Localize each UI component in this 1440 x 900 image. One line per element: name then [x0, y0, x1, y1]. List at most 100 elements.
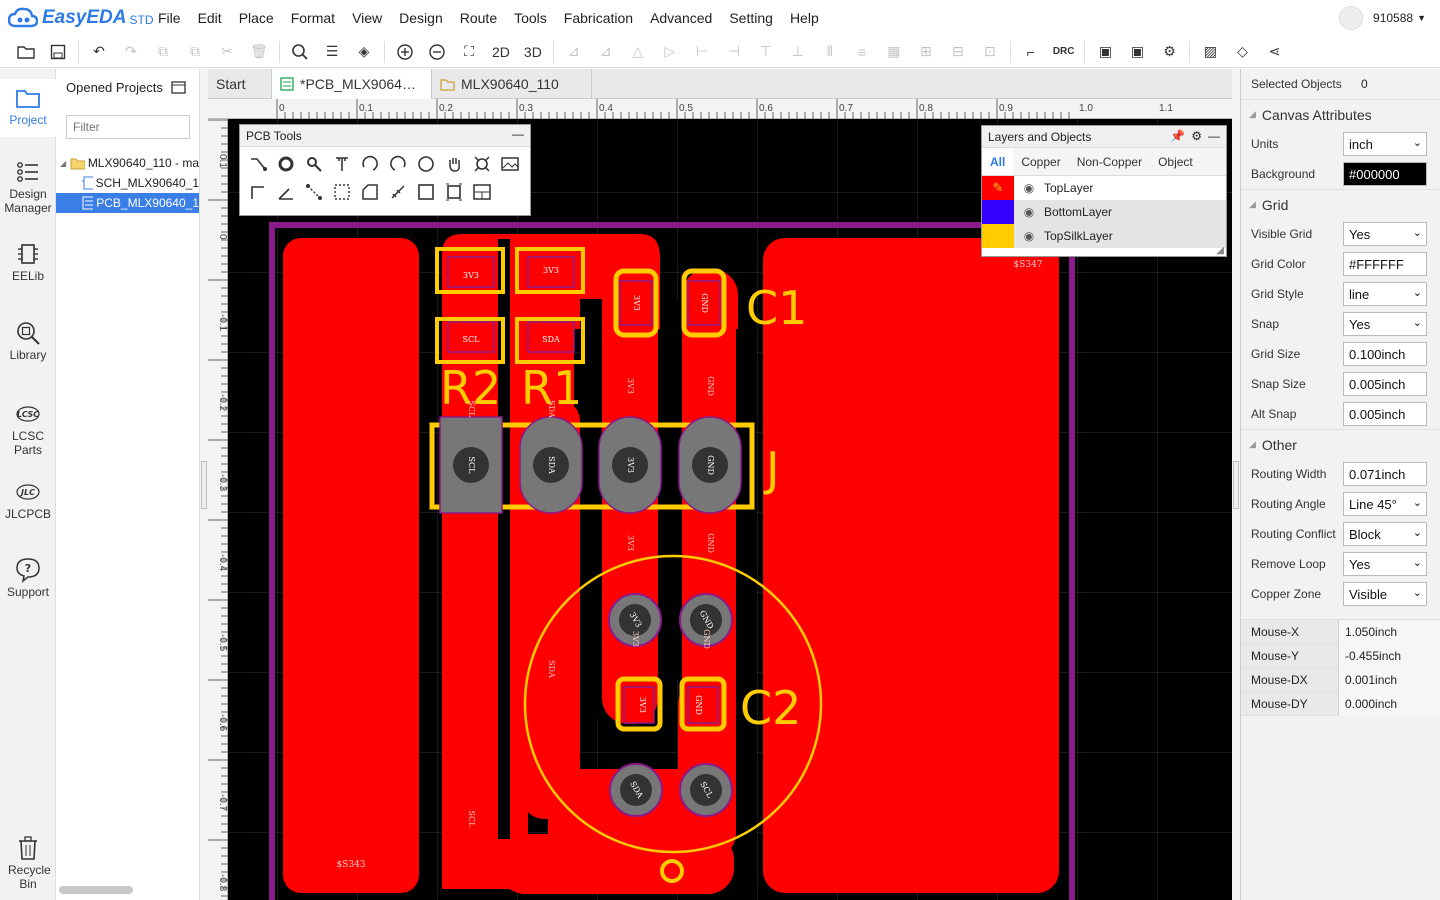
select-rect-icon[interactable] [328, 178, 356, 206]
align-v-icon[interactable]: ⊣ [723, 41, 745, 63]
board-gear-icon[interactable]: ⚙ [1158, 41, 1180, 63]
via-tool-icon[interactable] [300, 150, 328, 178]
tree-project-root[interactable]: ◢ MLX90640_110 - ma [56, 153, 199, 173]
delete-icon[interactable]: 🗑 [248, 41, 270, 63]
layer-swatch[interactable] [982, 200, 1014, 224]
view-2d-button[interactable]: 2D [492, 44, 510, 60]
eye-icon[interactable]: ◉ [1014, 229, 1044, 243]
align-right-icon[interactable]: ⊿ [595, 41, 617, 63]
group-icon[interactable]: ⊞ [915, 41, 937, 63]
dimension-tool-icon[interactable] [468, 150, 496, 178]
image-icon[interactable]: ▨ [1199, 41, 1221, 63]
layers-tab-non-copper[interactable]: Non-Copper [1069, 148, 1150, 175]
visible-grid-select[interactable]: Yes ⌄ [1343, 222, 1427, 246]
open-folder-icon[interactable] [15, 41, 37, 63]
eraser-icon[interactable]: ◈ [353, 41, 375, 63]
connect-tool-icon[interactable] [300, 178, 328, 206]
layer-row-toplayer[interactable]: ✎ ◉ TopLayer [982, 176, 1226, 200]
eye-icon[interactable]: ◉ [1014, 205, 1044, 219]
drc-button[interactable]: DRC [1053, 46, 1075, 57]
minimize-icon[interactable]: — [1208, 129, 1220, 143]
align-h-icon[interactable]: ⊢ [691, 41, 713, 63]
ungroup-icon[interactable]: ⊟ [947, 41, 969, 63]
tab-project[interactable]: MLX90640_110 [432, 69, 592, 99]
user-menu[interactable]: 910588 ▼ [1339, 6, 1426, 30]
pad-tool-icon[interactable] [272, 150, 300, 178]
arc2-tool-icon[interactable] [384, 150, 412, 178]
layers-tab-all[interactable]: All [982, 148, 1014, 175]
layers-panel-title[interactable]: Layers and Objects 📌 ⚙ — [982, 126, 1226, 148]
paste-icon[interactable]: ⧉ [184, 41, 206, 63]
tab-start[interactable]: Start [208, 69, 272, 99]
layer-row-topsilklayer[interactable]: ◉ TopSilkLayer [982, 224, 1226, 248]
nav-project[interactable]: Project [0, 79, 56, 137]
board-g-icon[interactable]: ▣ [1126, 41, 1148, 63]
remove-loop-select[interactable]: Yes ⌄ [1343, 552, 1427, 576]
text-tool-icon[interactable] [328, 150, 356, 178]
copy-icon[interactable]: ⧉ [152, 41, 174, 63]
menu-route[interactable]: Route [460, 10, 497, 26]
board-b-icon[interactable]: ▣ [1094, 41, 1116, 63]
line-tool-icon[interactable] [244, 178, 272, 206]
menu-design[interactable]: Design [399, 10, 443, 26]
snap-size-input[interactable]: 0.005inch [1343, 372, 1427, 396]
align-left-icon[interactable]: ⊿ [563, 41, 585, 63]
alt-snap-input[interactable]: 0.005inch [1343, 402, 1427, 426]
undo-icon[interactable]: ↶ [88, 41, 110, 63]
nav-design-manager[interactable]: Design Manager [0, 159, 56, 215]
layer-swatch[interactable] [982, 224, 1014, 248]
menu-fabrication[interactable]: Fabrication [564, 10, 633, 26]
menu-place[interactable]: Place [239, 10, 274, 26]
track-tool-icon[interactable] [244, 150, 272, 178]
nav-jlcpcb[interactable]: JLC JLCPCB [0, 479, 56, 521]
layer-swatch[interactable]: ✎ [982, 176, 1014, 200]
distribute-h-icon[interactable]: ⫴ [819, 41, 841, 63]
layout-tool-icon[interactable] [468, 178, 496, 206]
layers-icon[interactable]: ◇ [1231, 41, 1253, 63]
section-canvas-attributes[interactable]: ◢ Canvas Attributes [1241, 99, 1440, 129]
left-splitter[interactable] [200, 69, 208, 900]
routing-angle-select[interactable]: Line 45° ⌄ [1343, 492, 1427, 516]
share-icon[interactable]: ⋖ [1263, 41, 1285, 63]
layer-row-bottomlayer[interactable]: ◉ BottomLayer [982, 200, 1226, 224]
menu-help[interactable]: Help [790, 10, 819, 26]
save-icon[interactable] [47, 41, 69, 63]
pcb-tools-title[interactable]: PCB Tools — [240, 125, 530, 147]
horizontal-scrollbar[interactable] [59, 886, 133, 894]
nav-support[interactable]: ? Support [0, 557, 56, 599]
grid-size-input[interactable]: 0.100inch [1343, 342, 1427, 366]
grid-style-select[interactable]: line ⌄ [1343, 282, 1427, 306]
angle-tool-icon[interactable] [272, 178, 300, 206]
menu-advanced[interactable]: Advanced [650, 10, 712, 26]
nav-library[interactable]: Library [0, 320, 56, 362]
align-top-icon[interactable]: △ [627, 41, 649, 63]
units-select[interactable]: inch ⌄ [1343, 132, 1427, 156]
circle-tool-icon[interactable] [412, 150, 440, 178]
nav-eelib[interactable]: EELib [0, 241, 56, 283]
redo-icon[interactable]: ↷ [120, 41, 142, 63]
view-3d-button[interactable]: 3D [524, 44, 542, 60]
menu-tools[interactable]: Tools [514, 10, 547, 26]
pin-icon[interactable]: 📌 [1170, 129, 1185, 143]
tree-pcb[interactable]: PCB_MLX90640_1 [56, 193, 199, 213]
image-tool-icon[interactable] [496, 150, 524, 178]
zoom-out-icon[interactable] [426, 41, 448, 63]
fit-view-icon[interactable]: ⛶ [458, 41, 480, 63]
cut-icon[interactable]: ✂ [216, 41, 238, 63]
search-icon[interactable] [289, 41, 311, 63]
rect-tool-icon[interactable] [412, 178, 440, 206]
arc-tool-icon[interactable] [356, 150, 384, 178]
grid-color-input[interactable]: #FFFFFF [1343, 252, 1427, 276]
collapse-triangle-icon[interactable]: ◢ [60, 159, 66, 168]
designator-label[interactable]: C2 [740, 681, 801, 735]
minimize-icon[interactable]: — [512, 127, 524, 141]
align-center-icon[interactable]: ⊤ [755, 41, 777, 63]
background-color-input[interactable]: #000000 [1343, 162, 1427, 186]
layers-tab-object[interactable]: Object [1150, 148, 1201, 175]
calendar-icon[interactable] [171, 80, 187, 94]
grid-align-icon[interactable]: ▦ [883, 41, 905, 63]
designator-label[interactable]: C1 [746, 281, 807, 335]
align-bottom-icon[interactable]: ▷ [659, 41, 681, 63]
section-other[interactable]: ◢ Other [1241, 429, 1440, 459]
hand-tool-icon[interactable] [440, 150, 468, 178]
